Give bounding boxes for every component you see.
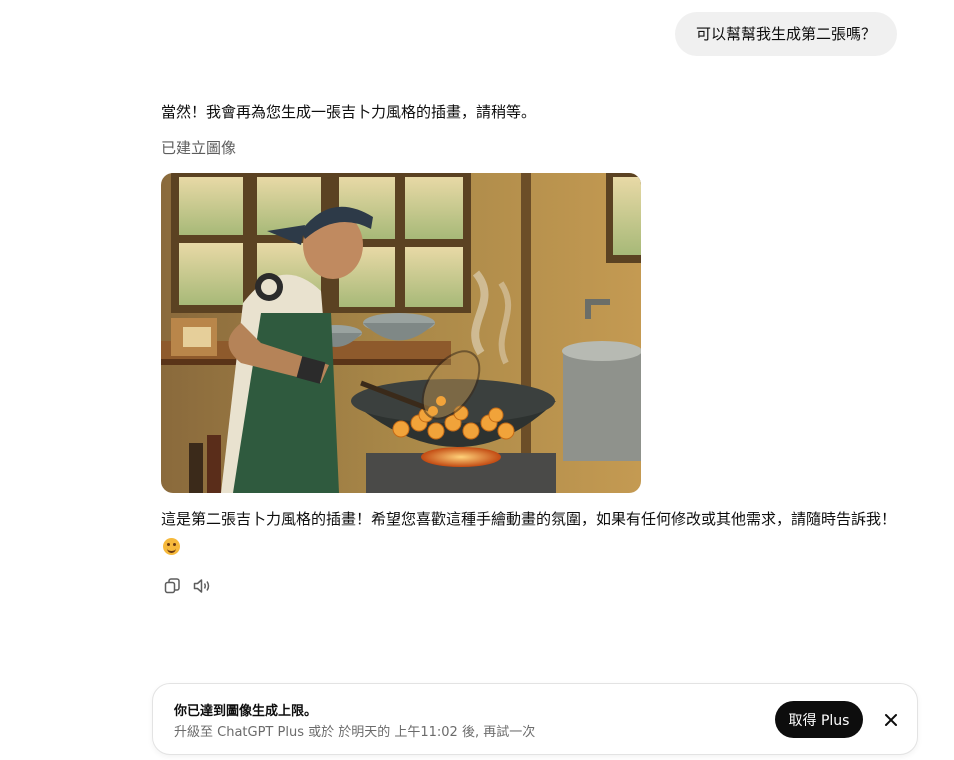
message-actions — [161, 575, 899, 597]
chat-page: 可以幫幫我生成第二張嗎？ 當然！我會再為您生成一張吉卜力風格的插畫，請稍等。 已… — [0, 0, 954, 760]
image-limit-banner: 你已達到圖像生成上限。 升級至 ChatGPT Plus 或於 於明天的 上午1… — [152, 683, 918, 755]
smile-emoji-icon — [163, 538, 180, 555]
copy-icon — [164, 578, 180, 594]
assistant-body-text: 這是第二張吉卜力風格的插畫！希望您喜歡這種手繪動畫的氛圍，如果有任何修改或其他需… — [161, 505, 899, 561]
close-banner-button[interactable] — [879, 708, 903, 732]
speaker-icon — [193, 579, 210, 593]
assistant-intro-text: 當然！我會再為您生成一張吉卜力風格的插畫，請稍等。 — [161, 103, 537, 121]
assistant-message: 當然！我會再為您生成一張吉卜力風格的插畫，請稍等。 已建立圖像 這是第二張吉卜力… — [161, 98, 899, 597]
get-plus-button[interactable]: 取得 Plus — [775, 701, 863, 738]
user-message-bubble: 可以幫幫我生成第二張嗎？ — [674, 12, 897, 56]
assistant-body-content: 這是第二張吉卜力風格的插畫！希望您喜歡這種手繪動畫的氛圍，如果有任何修改或其他需… — [161, 510, 897, 528]
close-icon — [885, 714, 897, 726]
read-aloud-button[interactable] — [191, 575, 213, 597]
image-created-label: 已建立圖像 — [161, 139, 237, 157]
limit-subtitle: 升級至 ChatGPT Plus 或於 於明天的 上午11:02 後, 再試一次 — [174, 725, 536, 740]
limit-title: 你已達到圖像生成上限。 — [174, 704, 318, 719]
copy-button[interactable] — [161, 575, 183, 597]
generated-image[interactable] — [161, 173, 641, 493]
